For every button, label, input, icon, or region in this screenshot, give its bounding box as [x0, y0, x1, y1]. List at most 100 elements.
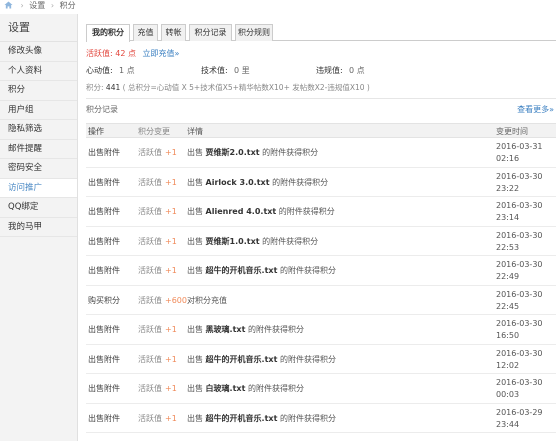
breadcrumb: › 设置 › 积分: [0, 0, 560, 12]
recharge-link[interactable]: 立即充值»: [143, 49, 180, 58]
operation-cell: 出售附件: [88, 177, 120, 187]
tab-recharge[interactable]: 充值: [133, 24, 158, 41]
sidebar-item-points[interactable]: 积分: [0, 81, 77, 101]
time-cell: 2016-03-30 22:53: [496, 230, 543, 254]
detail-prefix: 出售: [187, 207, 203, 216]
change-label: 活跃值: [138, 325, 162, 334]
time-cell: 2016-03-29 23:44: [496, 407, 543, 431]
detail-cell: 出售 Alienred 4.0.txt 的附件获得积分: [187, 197, 335, 226]
time-clock: 02:16: [496, 154, 520, 163]
sidebar-item-qq-bind[interactable]: QQ绑定: [0, 198, 77, 218]
sidebar-item-promotion[interactable]: 访问推广: [0, 178, 77, 198]
points-formula: ( 总积分=心动值 X 5+技术值X5+精华帖数X10+ 发帖数X2-违规值X1…: [122, 83, 370, 92]
operation-cell: 出售附件: [88, 236, 120, 246]
change-value: +1: [165, 177, 177, 187]
home-icon[interactable]: [4, 1, 13, 9]
time-date: 2016-03-31: [496, 142, 543, 151]
detail-cell: 出售 白玻璃.txt 的附件获得积分: [187, 374, 304, 403]
change-cell: 活跃值 +1: [138, 138, 177, 167]
time-cell: 2016-03-30 12:02: [496, 348, 543, 372]
attachment-name[interactable]: 贾维斯1.0.txt: [206, 237, 260, 246]
change-label: 活跃值: [138, 177, 162, 187]
view-more-link[interactable]: 查看更多»: [517, 104, 554, 115]
sidebar-item-profile[interactable]: 个人资料: [0, 62, 77, 81]
change-value: +1: [165, 236, 177, 246]
attachment-name[interactable]: 超牛的开机音乐.txt: [206, 414, 278, 423]
tab-my-points[interactable]: 我的积分: [86, 24, 130, 42]
table-row: 出售附件 活跃值 +1 出售 超牛的开机音乐.txt 的附件获得积分 2016-03-3…: [86, 256, 556, 286]
records-title: 积分记录: [86, 105, 118, 114]
change-value: +1: [165, 148, 177, 157]
divider: [86, 98, 556, 99]
change-cell: 活跃值 +1: [138, 345, 177, 374]
time-cell: 2016-03-30 22:45: [496, 289, 543, 313]
sidebar-item-privacy[interactable]: 隐私筛选: [0, 120, 77, 140]
table-header: 操作 积分变更 详情 变更时间: [86, 123, 556, 138]
change-value: +1: [165, 266, 177, 275]
detail-suffix: 的附件获得积分: [262, 236, 319, 246]
sidebar-item-email[interactable]: 邮件提醒: [0, 140, 77, 159]
time-clock: 23:44: [496, 419, 520, 429]
change-value: +1: [165, 325, 177, 334]
table-row: 出售附件 活跃值 +1 出售 Alienred 4.0.txt 的附件获得积分 2016…: [86, 197, 556, 227]
attachment-name[interactable]: Airlock 3.0.txt: [206, 178, 270, 187]
change-cell: 活跃值 +1: [138, 374, 177, 403]
attachment-name[interactable]: 超牛的开机音乐.txt: [206, 355, 278, 364]
time-cell: 2016-03-30 23:22: [496, 171, 543, 195]
change-cell: 活跃值 +1: [138, 197, 177, 226]
attachment-name[interactable]: Alienred 4.0.txt: [206, 207, 277, 216]
sidebar-item-alias[interactable]: 我的马甲: [0, 218, 77, 237]
detail-cell: 出售 黑玻璃.txt 的附件获得积分: [187, 315, 304, 344]
attachment-name[interactable]: 超牛的开机音乐.txt: [206, 266, 278, 275]
table-row: 出售附件 活跃值 +1 出售 黑玻璃.txt 的附件获得积分 2016-03-30 16:…: [86, 315, 556, 345]
breadcrumb-points[interactable]: 积分: [60, 1, 76, 10]
change-cell: 活跃值 +1: [138, 256, 177, 285]
breadcrumb-settings[interactable]: 设置: [29, 1, 45, 10]
table-row: 出售附件 活跃值 +1 出售 贾维斯1.0.txt 的附件获得积分 2016-03-30…: [86, 227, 556, 256]
tab-points-log[interactable]: 积分记录: [189, 24, 232, 41]
detail-suffix: 的附件获得积分: [247, 325, 304, 334]
change-label: 活跃值: [138, 207, 162, 216]
detail-suffix: 的附件获得积分: [262, 148, 319, 157]
activity-label: 活跃值:: [86, 49, 113, 58]
table-row: 出售附件 活跃值 +1 出售 超牛的开机音乐.txt 的附件获得积分 2016-03-2…: [86, 404, 556, 433]
operation-cell: 出售附件: [88, 413, 120, 423]
change-value: +1: [165, 413, 177, 423]
detail-cell: 出售 超牛的开机音乐.txt 的附件获得积分: [187, 256, 336, 285]
change-cell: 活跃值 +1: [138, 404, 177, 433]
attachment-name[interactable]: 黑玻璃.txt: [206, 325, 246, 334]
change-cell: 活跃值 +1: [138, 315, 177, 344]
column-header-time: 变更时间: [496, 127, 528, 136]
detail-cell: 出售 超牛的开机音乐.txt 的附件获得积分: [187, 345, 336, 374]
detail-prefix: 出售: [187, 413, 203, 423]
change-value: +1: [165, 207, 177, 216]
operation-cell: 出售附件: [88, 384, 120, 393]
tab-transfer[interactable]: 转帐: [161, 24, 186, 41]
change-label: 活跃值: [138, 236, 162, 246]
detail-suffix: 的附件获得积分: [272, 177, 329, 187]
attachment-name[interactable]: 贾维斯2.0.txt: [206, 148, 260, 157]
change-label: 活跃值: [138, 148, 162, 157]
sidebar: 设置 修改头像 个人资料 积分 用户组 隐私筛选 邮件提醒 密码安全 访问推广 …: [0, 14, 78, 441]
table-row: 购买积分 活跃值 +600 对积分充值 2016-03-30 22:45: [86, 286, 556, 315]
detail-suffix: 的附件获得积分: [279, 354, 336, 364]
time-cell: 2016-03-30 00:03: [496, 377, 543, 401]
sidebar-item-avatar[interactable]: 修改头像: [0, 42, 77, 62]
sidebar-item-password[interactable]: 密码安全: [0, 159, 77, 179]
sidebar-title: 设置: [0, 14, 77, 42]
detail-suffix: 的附件获得积分: [278, 207, 335, 216]
column-header-operation: 操作: [88, 127, 104, 136]
column-header-detail: 详情: [187, 127, 203, 136]
change-label: 活跃值: [138, 413, 162, 423]
sidebar-item-usergroup[interactable]: 用户组: [0, 101, 77, 120]
time-clock: 22:53: [496, 242, 520, 252]
tab-points-rules[interactable]: 积分规则: [235, 24, 273, 41]
main-content: 我的积分 充值 转帐 积分记录 积分规则 活跃值: 42 点 立即充值» 心动值…: [86, 14, 556, 441]
attachment-name[interactable]: 白玻璃.txt: [206, 384, 246, 393]
breadcrumb-separator: ›: [20, 1, 24, 10]
time-clock: 23:22: [496, 183, 520, 193]
time-date: 2016-03-30: [496, 171, 543, 181]
detail-prefix: 出售: [187, 325, 203, 334]
detail-cell: 出售 超牛的开机音乐.txt 的附件获得积分: [187, 404, 336, 433]
time-cell: 2016-03-30 23:14: [496, 200, 543, 224]
